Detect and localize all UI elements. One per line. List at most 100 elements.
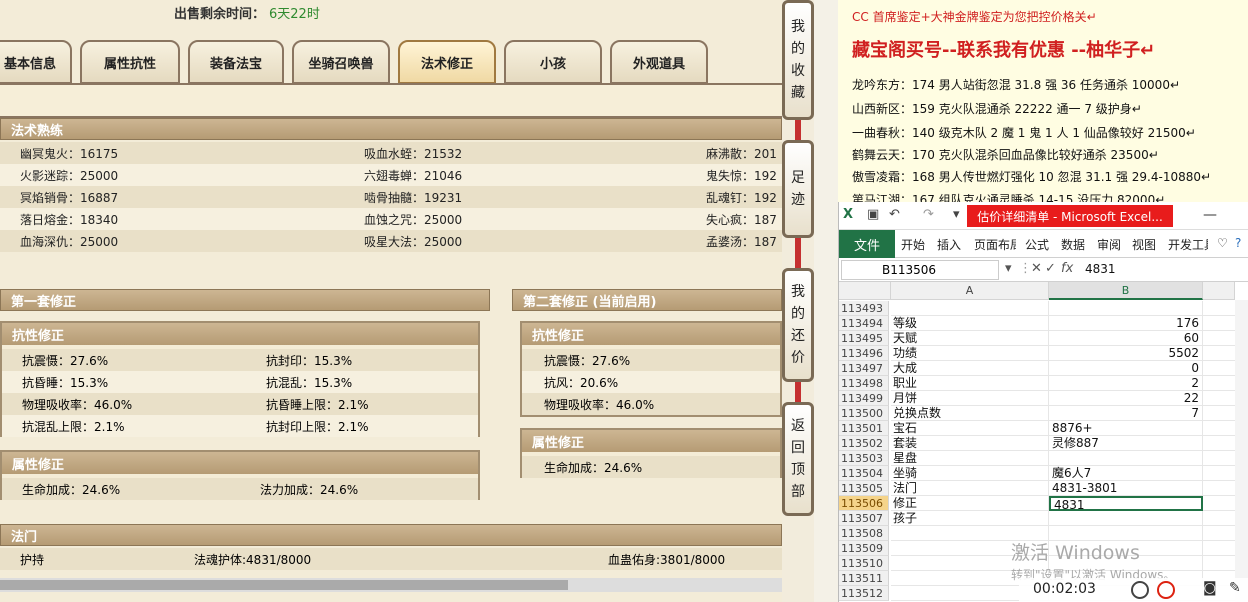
- row-number[interactable]: 113501: [839, 421, 889, 436]
- row-number[interactable]: 113495: [839, 331, 889, 346]
- back-to-top-button[interactable]: 返 回 顶 部: [782, 402, 814, 516]
- enter-icon[interactable]: ✓: [1045, 261, 1056, 276]
- name-box-dropdown-icon[interactable]: ▾: [1005, 261, 1012, 276]
- row-number[interactable]: 113509: [839, 541, 889, 556]
- cell-a[interactable]: 套装: [891, 436, 1049, 451]
- cell-b[interactable]: 4831-3801: [1049, 481, 1203, 496]
- row-number[interactable]: 113499: [839, 391, 889, 406]
- tab-basic-info[interactable]: 基本信息: [0, 40, 72, 84]
- cell-a[interactable]: 功绩: [891, 346, 1049, 361]
- cell-a[interactable]: 修正: [891, 496, 1049, 511]
- cell-a[interactable]: 宝石: [891, 421, 1049, 436]
- cell-a[interactable]: 大成: [891, 361, 1049, 376]
- cell-a[interactable]: 法门: [891, 481, 1049, 496]
- insert-function-icon[interactable]: fx: [1061, 261, 1073, 276]
- tab-review[interactable]: 审阅: [1097, 236, 1121, 253]
- cell-b[interactable]: 2: [1049, 376, 1203, 391]
- row-number[interactable]: 113506: [839, 496, 889, 511]
- cell-b[interactable]: 灵修887: [1049, 436, 1203, 451]
- row-number[interactable]: 113498: [839, 376, 889, 391]
- row-number[interactable]: 113504: [839, 466, 889, 481]
- tab-appearance[interactable]: 外观道具: [610, 40, 708, 84]
- tab-spell-correction[interactable]: 法术修正: [398, 40, 496, 84]
- cancel-icon[interactable]: ✕: [1031, 261, 1042, 276]
- footprint-button[interactable]: 足 迹: [782, 140, 814, 238]
- cell-b[interactable]: [1049, 451, 1203, 466]
- pause-icon[interactable]: [1131, 581, 1149, 599]
- column-header-a[interactable]: A: [891, 282, 1049, 300]
- row-number[interactable]: 113497: [839, 361, 889, 376]
- cell-b[interactable]: 22: [1049, 391, 1203, 406]
- stop-icon[interactable]: [1157, 581, 1175, 599]
- row-number[interactable]: 113511: [839, 571, 889, 586]
- row-number[interactable]: 113503: [839, 451, 889, 466]
- cell-a[interactable]: 孩子: [891, 511, 1049, 526]
- row-number[interactable]: 113493: [839, 301, 889, 316]
- cell-b[interactable]: 0: [1049, 361, 1203, 376]
- row-number[interactable]: 113507: [839, 511, 889, 526]
- row-number[interactable]: 113494: [839, 316, 889, 331]
- row-number[interactable]: 113505: [839, 481, 889, 496]
- undo-icon[interactable]: ↶: [889, 207, 900, 222]
- save-icon[interactable]: ▣: [867, 207, 879, 222]
- cell-a[interactable]: 兑换点数: [891, 406, 1049, 421]
- table-row: 生命加成：24.6%: [522, 456, 780, 478]
- formula-input[interactable]: 4831: [1085, 262, 1116, 276]
- cell-a[interactable]: [891, 301, 1049, 316]
- tab-insert[interactable]: 插入: [937, 236, 961, 253]
- horizontal-scrollbar[interactable]: [0, 578, 782, 592]
- document-panel: CC 首席鉴定+大神金牌鉴定为您把控价格关↵ 藏宝阁买号--联系我有优惠 --柚…: [838, 0, 1248, 210]
- name-box[interactable]: B113506: [841, 260, 999, 280]
- cell-a[interactable]: 天赋: [891, 331, 1049, 346]
- tab-developer[interactable]: 开发工具: [1168, 236, 1208, 253]
- cell-b[interactable]: 5502: [1049, 346, 1203, 361]
- vertical-scrollbar[interactable]: [1235, 300, 1248, 602]
- cell-b[interactable]: 176: [1049, 316, 1203, 331]
- pen-icon[interactable]: ✎: [1229, 580, 1241, 596]
- set2-header: 第二套修正 (当前启用): [512, 289, 782, 311]
- cell-b[interactable]: 60: [1049, 331, 1203, 346]
- table-row: 物理吸收率：46.0%: [522, 393, 780, 415]
- help-icon[interactable]: ?: [1235, 236, 1241, 250]
- select-all-corner[interactable]: [839, 282, 891, 300]
- collapse-ribbon-icon[interactable]: ♡: [1217, 236, 1228, 250]
- cell-a[interactable]: 坐骑: [891, 466, 1049, 481]
- minimize-icon[interactable]: —: [1203, 207, 1217, 223]
- my-bargain-button[interactable]: 我 的 还 价: [782, 268, 814, 382]
- tab-formulas[interactable]: 公式: [1025, 236, 1049, 253]
- my-favorites-button[interactable]: 我 的 收 藏: [782, 0, 814, 120]
- tab-view[interactable]: 视图: [1132, 236, 1156, 253]
- cell-a[interactable]: 职业: [891, 376, 1049, 391]
- cell-b[interactable]: 7: [1049, 406, 1203, 421]
- column-header-c[interactable]: [1203, 282, 1235, 300]
- row-number[interactable]: 113502: [839, 436, 889, 451]
- tab-data[interactable]: 数据: [1061, 236, 1085, 253]
- tab-file[interactable]: 文件: [839, 230, 895, 258]
- tab-equipment[interactable]: 装备法宝: [188, 40, 284, 84]
- cell-b[interactable]: 8876+: [1049, 421, 1203, 436]
- row-number[interactable]: 113510: [839, 556, 889, 571]
- active-cell[interactable]: 4831: [1049, 496, 1203, 511]
- column-header-b[interactable]: B: [1049, 282, 1203, 300]
- row-number[interactable]: 113512: [839, 586, 889, 601]
- tab-page-layout[interactable]: 页面布局: [974, 236, 1016, 253]
- camera-icon[interactable]: ◙: [1203, 580, 1217, 596]
- table-row: 113504 坐骑 魔6人7: [839, 466, 1248, 481]
- cell-b[interactable]: [1049, 511, 1203, 526]
- cell-b[interactable]: [1049, 301, 1203, 316]
- row-number[interactable]: 113508: [839, 526, 889, 541]
- tab-home[interactable]: 开始: [901, 236, 925, 253]
- row-number[interactable]: 113496: [839, 346, 889, 361]
- scrollbar-thumb[interactable]: [0, 580, 568, 590]
- row-number[interactable]: 113500: [839, 406, 889, 421]
- tab-mounts[interactable]: 坐骑召唤兽: [292, 40, 390, 84]
- customize-quick-access-icon[interactable]: ▾: [953, 207, 960, 222]
- tab-child[interactable]: 小孩: [504, 40, 602, 84]
- table-row: 抗昏睡：15.3% 抗混乱：15.3%: [2, 371, 478, 393]
- tab-attributes[interactable]: 属性抗性: [80, 40, 180, 84]
- cell-b[interactable]: 魔6人7: [1049, 466, 1203, 481]
- cell-a[interactable]: 等级: [891, 316, 1049, 331]
- redo-icon[interactable]: ↷: [923, 207, 934, 222]
- cell-a[interactable]: 月饼: [891, 391, 1049, 406]
- cell-a[interactable]: 星盘: [891, 451, 1049, 466]
